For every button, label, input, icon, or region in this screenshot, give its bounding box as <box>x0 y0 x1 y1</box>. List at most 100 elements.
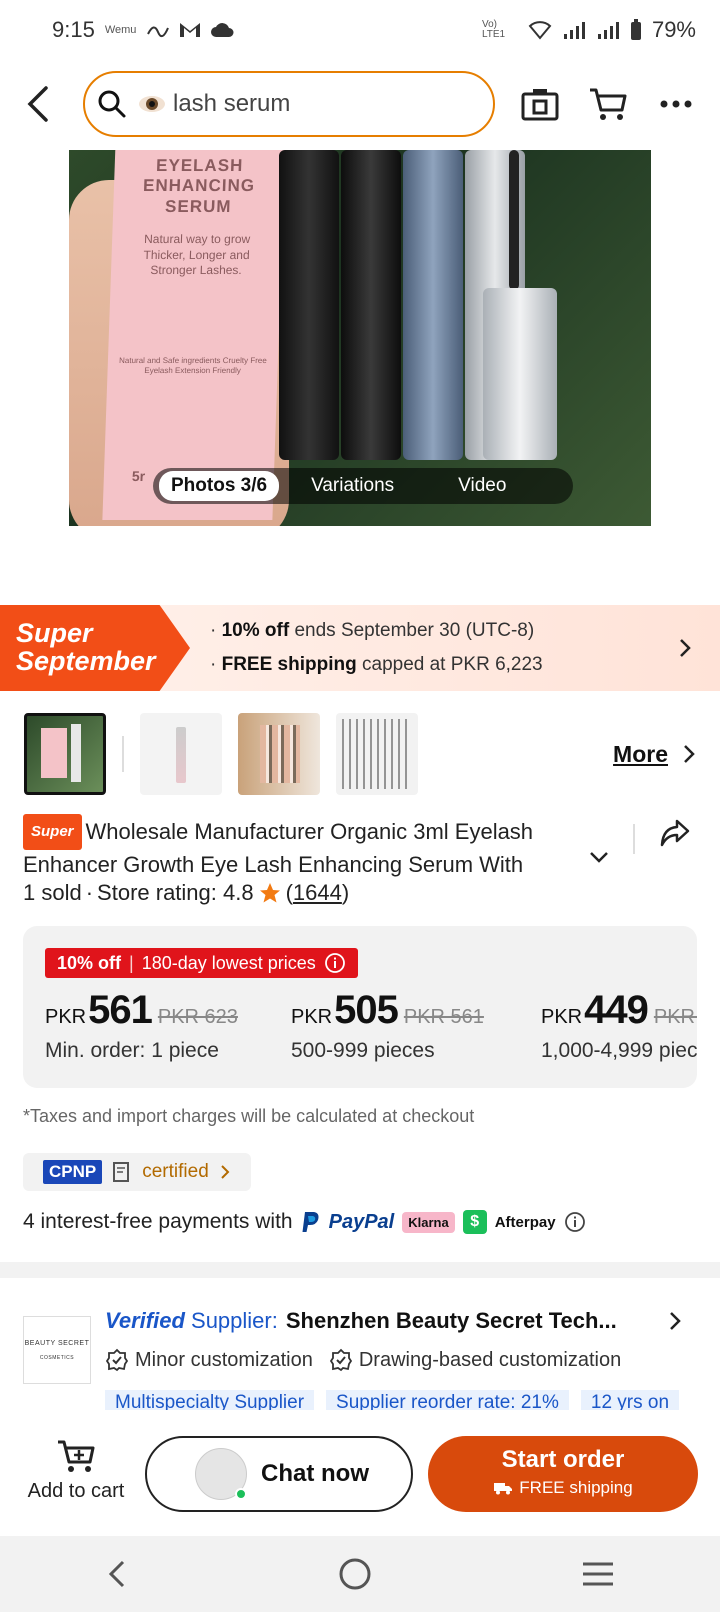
info-icon[interactable] <box>564 1211 586 1233</box>
nav-home-icon[interactable] <box>338 1557 372 1591</box>
eye-icon <box>139 96 165 112</box>
price-tag-discount: 10% off <box>57 952 122 973</box>
network-label: Vo) LTE1 <box>481 19 506 40</box>
start-order-label: Start order <box>501 1446 625 1473</box>
rating-row: 1 sold · Store rating: 4.8 (1644) <box>23 880 349 906</box>
gallery-box-title: EYELASH ENHANCING SERUM <box>142 156 256 216</box>
online-status-dot <box>235 1488 247 1500</box>
free-shipping-label: FREE shipping <box>519 1478 633 1497</box>
status-carrier: Wemu <box>104 24 137 36</box>
thumbnail-3[interactable] <box>238 713 320 795</box>
thumbnail-4[interactable] <box>336 713 418 795</box>
free-shipping-note: FREE shipping <box>428 1478 698 1498</box>
thumbnail-strip: More <box>24 713 696 795</box>
product-gallery[interactable]: EYELASH ENHANCING SERUM Natural way to g… <box>69 150 651 526</box>
promo-badge-line1: Super <box>16 618 93 648</box>
nav-back-icon[interactable] <box>105 1559 129 1589</box>
supplier-feature-1-label: Minor customization <box>135 1348 313 1371</box>
nav-recents-icon[interactable] <box>581 1561 615 1587</box>
tier-3-currency: PKR <box>541 1006 583 1028</box>
camera-icon <box>521 89 559 121</box>
tier-2-price: 505 <box>334 988 399 1032</box>
review-count: 1644 <box>292 880 342 905</box>
supplier-logo-line1: BEAUTY SECRET <box>24 1339 90 1347</box>
gallery-product-box: EYELASH ENHANCING SERUM Natural way to g… <box>102 150 286 520</box>
search-icon <box>98 90 126 118</box>
supplier-tag-1: Multispecialty Supplier <box>105 1390 315 1412</box>
chevron-right-icon <box>680 639 691 657</box>
truck-icon <box>494 1483 513 1495</box>
payment-options: 4 interest-free payments with PayPal Kla… <box>23 1210 586 1234</box>
gallery-tab-bar: Photos 3/6 Variations Video <box>153 468 573 504</box>
sold-count: 1 sold <box>23 880 82 905</box>
search-box[interactable] <box>83 71 495 137</box>
promo-discount-text: ends September 30 (UTC-8) <box>289 620 535 641</box>
super-badge: Super <box>23 814 82 850</box>
back-button[interactable] <box>14 80 62 128</box>
paypal-logo-icon <box>302 1212 319 1232</box>
supplier-features: Minor customization Drawing-based custom… <box>105 1348 621 1372</box>
more-button[interactable] <box>652 80 700 128</box>
gallery-box-bottom: 5r <box>131 468 146 484</box>
supplier-tags: Multispecialty Supplier Supplier reorder… <box>105 1390 703 1412</box>
tier-3-quantity: 1,000-4,999 pieces <box>541 1039 697 1062</box>
wifi-icon <box>528 21 552 40</box>
thumbnail-1-box <box>41 728 67 778</box>
add-to-cart-button[interactable]: Add to cart <box>22 1438 130 1503</box>
price-tier-1: PKR 561 PKR 623 Min. order: 1 piece <box>45 988 238 1063</box>
tier-1-quantity: Min. order: 1 piece <box>45 1039 219 1062</box>
tab-variations[interactable]: Variations <box>299 471 406 501</box>
store-rating: Store rating: 4.8 <box>97 880 254 905</box>
tab-video[interactable]: Video <box>446 471 518 501</box>
supplier-label: Supplier: <box>191 1308 278 1333</box>
gallery-tube-cap <box>483 288 557 460</box>
afterpay-label: Afterpay <box>494 1213 556 1231</box>
chat-now-button[interactable]: Chat now <box>145 1436 413 1512</box>
thumbnail-divider <box>122 736 124 772</box>
thumbnail-2[interactable] <box>140 713 222 795</box>
afterpay-icon: $ <box>462 1210 487 1234</box>
chevron-down-icon[interactable] <box>588 850 610 864</box>
product-title-text: Wholesale Manufacturer Organic 3ml Eyela… <box>23 819 534 877</box>
thumbnail-1[interactable] <box>24 713 106 795</box>
battery-icon <box>630 19 641 40</box>
cart-button[interactable] <box>584 80 632 128</box>
battery-level: 79% <box>651 17 696 42</box>
tier-3-price: 449 <box>584 988 649 1032</box>
klarna-badge: Klarna <box>402 1211 455 1233</box>
supplier-tag-2: Supplier reorder rate: 21% <box>326 1390 569 1412</box>
check-badge-icon <box>105 1348 129 1372</box>
promo-badge-line2: September <box>16 646 156 676</box>
info-icon[interactable] <box>324 952 346 974</box>
price-card: 10% off | 180-day lowest prices PKR 561 … <box>23 926 697 1088</box>
start-order-button[interactable]: Start order FREE shipping <box>428 1436 698 1512</box>
supplier-feature-1: Minor customization <box>105 1348 313 1372</box>
certificate-icon <box>113 1162 130 1182</box>
search-input[interactable] <box>173 90 473 118</box>
price-tier-3: PKR 449 PKR 499 1,000-4,999 pieces <box>541 988 697 1063</box>
camera-search-button[interactable] <box>516 80 564 128</box>
supplier-name: Shenzhen Beauty Secret Tech... <box>285 1308 617 1333</box>
gallery-tube-black-1 <box>279 150 339 460</box>
review-count-link[interactable]: (1644) <box>286 880 350 906</box>
product-title-row: Super Wholesale Manufacturer Organic 3ml … <box>23 814 703 880</box>
bottom-action-bar: Add to cart Chat now Start order FREE sh… <box>0 1410 720 1536</box>
chevron-right-icon <box>670 1312 681 1330</box>
cpnp-certification[interactable]: CPNP certified <box>23 1153 251 1191</box>
promo-banner[interactable]: Super September · 10% off ends September… <box>0 605 720 691</box>
tier-2-old-price: PKR 561 <box>403 1006 484 1028</box>
supplier-logo-line2: COSMETICS <box>39 1354 75 1361</box>
tab-photos[interactable]: Photos 3/6 <box>159 471 280 501</box>
rating-dot: · <box>85 880 94 905</box>
signal-icon-2 <box>597 22 619 39</box>
share-icon[interactable] <box>659 818 691 848</box>
price-discount-tag: 10% off | 180-day lowest prices <box>45 948 358 978</box>
tier-1-old-price: PKR 623 <box>157 1006 238 1028</box>
supplier-card[interactable]: BEAUTY SECRET COSMETICS Verified Supplie… <box>23 1308 703 1412</box>
cloud-icon <box>211 23 234 37</box>
paypal-label: PayPal <box>328 1210 395 1233</box>
supplier-name-row: Verified Supplier: Shenzhen Beauty Secre… <box>105 1308 617 1334</box>
system-nav-bar <box>0 1536 720 1612</box>
more-thumbnails-link[interactable]: More <box>613 741 696 768</box>
product-title: Super Wholesale Manufacturer Organic 3ml … <box>23 814 603 880</box>
